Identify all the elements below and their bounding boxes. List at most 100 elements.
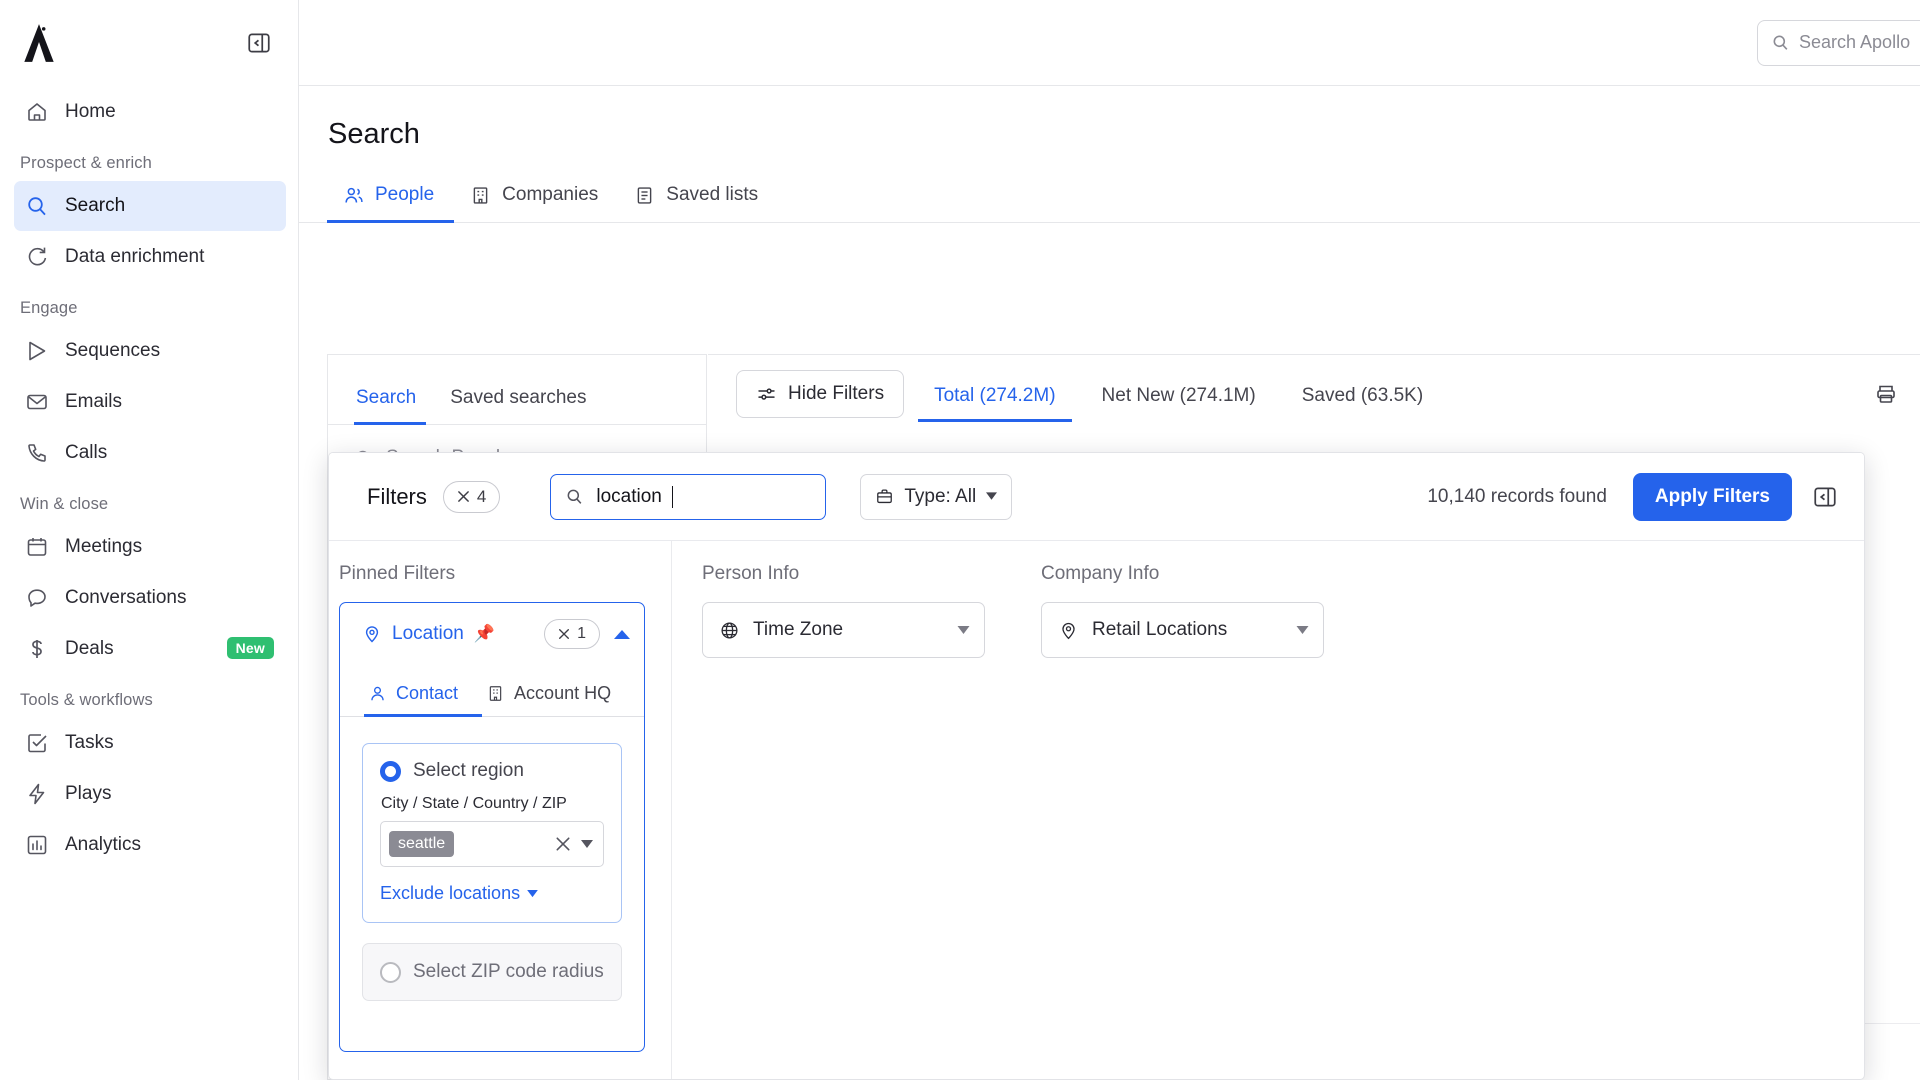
sidebar-item-label: Data enrichment (65, 246, 205, 267)
sidebar-item-data-enrichment[interactable]: Data enrichment (14, 232, 286, 282)
location-scope-tabs: Contact Account HQ (340, 665, 644, 717)
home-icon (24, 99, 50, 125)
apollo-search-placeholder: Search Apollo (1799, 32, 1911, 52)
sidebar-item-analytics[interactable]: Analytics (14, 820, 286, 870)
sidebar-item-emails[interactable]: Emails (14, 377, 286, 427)
hide-filters-button[interactable]: Hide Filters (736, 370, 905, 418)
building-icon (470, 185, 491, 206)
sidebar-collapse-button[interactable] (244, 28, 274, 58)
tab-people[interactable]: People (327, 184, 455, 223)
sidebar-item-label: Sequences (65, 340, 161, 361)
sidebar-item-home[interactable]: Home (14, 87, 286, 137)
pinned-filters-column: Pinned Filters Location 📌 1 Contact Acco… (329, 541, 672, 1079)
filters-modal-body: Pinned Filters Location 📌 1 Contact Acco… (329, 541, 1864, 1079)
radio-unselected-icon (380, 961, 401, 983)
location-clear-chip[interactable]: 1 (544, 619, 600, 649)
x-icon (457, 490, 470, 503)
sidebar-item-calls[interactable]: Calls (14, 428, 286, 478)
tab-search[interactable]: Search (354, 387, 427, 425)
location-filter-count: 1 (577, 625, 586, 642)
tab-account-hq[interactable]: Account HQ (482, 683, 635, 717)
refresh-icon (24, 244, 50, 270)
tab-saved[interactable]: Saved (63.5K) (1286, 385, 1439, 422)
sidebar-item-meetings[interactable]: Meetings (14, 522, 286, 572)
radio-selected-icon (380, 760, 401, 782)
tab-label: People (375, 184, 435, 205)
person-info-label: Person Info (702, 563, 800, 584)
tab-total[interactable]: Total (274.2M) (918, 385, 1072, 422)
calendar-icon (24, 534, 50, 560)
x-icon (558, 628, 570, 640)
sidebar-item-label: Meetings (65, 536, 143, 557)
type-filter-label: Type: All (904, 485, 977, 507)
caret-down-icon[interactable] (581, 839, 593, 849)
chevron-up-icon[interactable] (614, 629, 630, 640)
exclude-locations-link[interactable]: Exclude locations (380, 883, 538, 904)
pin-icon (362, 624, 382, 644)
sidebar-item-label: Search (65, 195, 126, 216)
select-region-option-card: Select region City / State / Country / Z… (362, 743, 622, 923)
hide-filters-label: Hide Filters (788, 383, 885, 404)
modal-collapse-button[interactable] (1812, 484, 1838, 510)
sidebar-section-engage: Engage (20, 299, 78, 317)
company-info-column: Company Info Retail Locations (1041, 563, 1324, 1079)
filters-modal-header: Filters 4 location Type: All 10,140 reco… (329, 453, 1864, 541)
apply-filters-button[interactable]: Apply Filters (1632, 472, 1792, 521)
sidebar-item-tasks[interactable]: Tasks (14, 718, 286, 768)
location-tag-input[interactable]: seattle (380, 821, 604, 867)
type-filter-dropdown[interactable]: Type: All (860, 473, 1013, 520)
tab-label: Account HQ (514, 683, 612, 703)
filters-modal: Filters 4 location Type: All 10,140 reco… (328, 452, 1865, 1080)
pushpin-icon[interactable]: 📌 (474, 624, 495, 644)
bar-chart-icon (24, 832, 50, 858)
sliders-icon (756, 384, 777, 405)
sidebar-item-conversations[interactable]: Conversations (14, 573, 286, 623)
sidebar-item-sequences[interactable]: Sequences (14, 326, 286, 376)
location-filter-label: Location (392, 623, 464, 644)
sidebar-header (0, 0, 298, 86)
select-zip-radius-option-card[interactable]: Select ZIP code radius (362, 943, 622, 1001)
apollo-search-input[interactable]: Search Apollo (1757, 19, 1920, 66)
time-zone-label: Time Zone (753, 619, 844, 640)
time-zone-filter-dropdown[interactable]: Time Zone (702, 602, 985, 658)
tab-contact[interactable]: Contact (364, 683, 483, 717)
tab-saved-lists[interactable]: Saved lists (618, 184, 778, 223)
select-region-radio-row[interactable]: Select region (380, 760, 604, 782)
search-panel-tabs: Search Saved searches (328, 355, 706, 425)
tab-net-new[interactable]: Net New (274.1M) (1086, 385, 1272, 422)
caret-down-icon (986, 492, 998, 501)
sidebar: Home Prospect & enrich Search Data enric… (0, 0, 299, 1080)
location-filter-card: Location 📌 1 Contact Account HQ Select r… (339, 602, 645, 1052)
mail-icon (24, 389, 50, 415)
sidebar-item-deals[interactable]: Deals New (14, 624, 286, 674)
send-icon (24, 338, 50, 364)
sidebar-item-label: Calls (65, 442, 108, 463)
status-badge: New (226, 637, 274, 659)
sidebar-item-plays[interactable]: Plays (14, 769, 286, 819)
sidebar-item-search[interactable]: Search (14, 181, 286, 231)
location-filter-header[interactable]: Location 📌 1 (340, 603, 644, 665)
sidebar-section-win-close: Win & close (20, 495, 109, 513)
sidebar-item-label: Emails (65, 391, 123, 412)
retail-locations-filter-dropdown[interactable]: Retail Locations (1041, 602, 1324, 658)
select-zip-radius-label: Select ZIP code radius (413, 961, 604, 982)
bolt-icon (24, 781, 50, 807)
tab-companies[interactable]: Companies (454, 184, 618, 223)
tab-saved-searches[interactable]: Saved searches (448, 387, 596, 425)
search-icon (24, 193, 50, 219)
filters-title: Filters (367, 483, 427, 509)
select-region-label: Select region (413, 760, 524, 781)
filter-search-value: location (596, 485, 662, 507)
clear-filters-chip[interactable]: 4 (442, 480, 501, 513)
location-tag[interactable]: seattle (389, 831, 455, 857)
tab-label: Saved lists (666, 184, 759, 205)
people-icon (343, 185, 364, 206)
pinned-filters-label: Pinned Filters (339, 563, 456, 584)
export-icon[interactable] (1874, 382, 1898, 406)
sidebar-item-label: Conversations (65, 587, 187, 608)
pin-icon (1058, 620, 1079, 641)
clear-tags-icon[interactable] (555, 836, 571, 852)
text-cursor (671, 485, 674, 508)
building-icon (486, 684, 505, 703)
filter-search-input[interactable]: location (550, 473, 827, 520)
